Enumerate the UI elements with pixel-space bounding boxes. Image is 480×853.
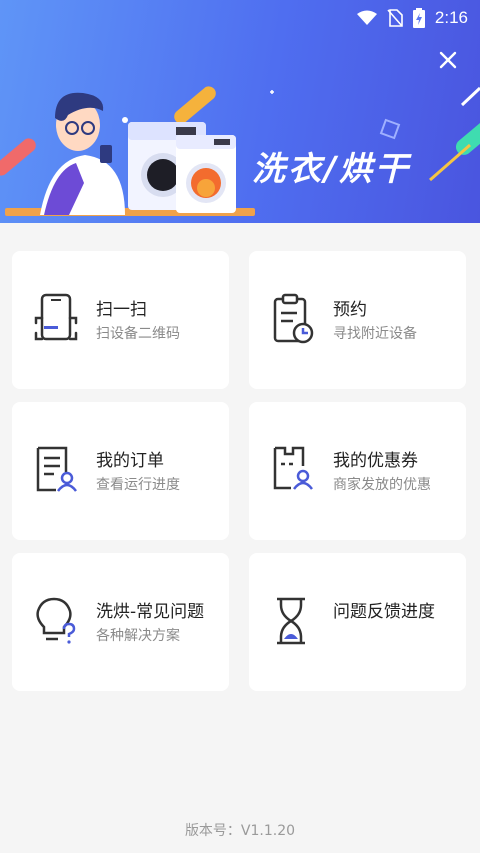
scan-card[interactable]: 扫一扫 扫设备二维码 [12,251,229,389]
faq-card[interactable]: 洗烘-常见问题 各种解决方案 [12,553,229,691]
status-bar: 2:16 [0,0,480,36]
card-title: 我的订单 [96,451,164,471]
my-coupons-card[interactable]: 我的优惠券 商家发放的优惠 [249,402,466,540]
clipboard-clock-icon [273,293,314,344]
banner-title: 洗衣/烘干 [252,149,412,188]
feedback-progress-card[interactable]: 问题反馈进度 [249,553,466,691]
card-subtitle: 寻找附近设备 [333,326,417,342]
card-title: 预约 [333,300,367,320]
status-time: 2:16 [434,8,468,27]
close-icon[interactable] [436,48,460,72]
card-title: 我的优惠券 [333,451,418,471]
battery-charging-icon [412,8,425,28]
reserve-card[interactable]: 预约 寻找附近设备 [249,251,466,389]
my-orders-card[interactable]: 我的订单 查看运行进度 [12,402,229,540]
no-sim-icon [387,9,403,27]
order-document-icon [36,446,77,492]
card-subtitle: 查看运行进度 [96,477,180,493]
card-title: 扫一扫 [96,300,147,320]
wifi-icon [356,10,377,25]
hourglass-icon [277,597,305,645]
lightbulb-question-icon [36,597,76,644]
coupon-user-icon [273,446,313,490]
card-title: 问题反馈进度 [333,602,435,622]
version-label: 版本号：V1.1.20 [184,823,296,839]
card-title: 洗烘-常见问题 [96,602,205,622]
card-subtitle: 商家发放的优惠 [333,477,431,493]
scan-phone-icon [34,293,78,341]
card-subtitle: 扫设备二维码 [96,326,180,342]
card-subtitle: 各种解决方案 [96,628,180,644]
